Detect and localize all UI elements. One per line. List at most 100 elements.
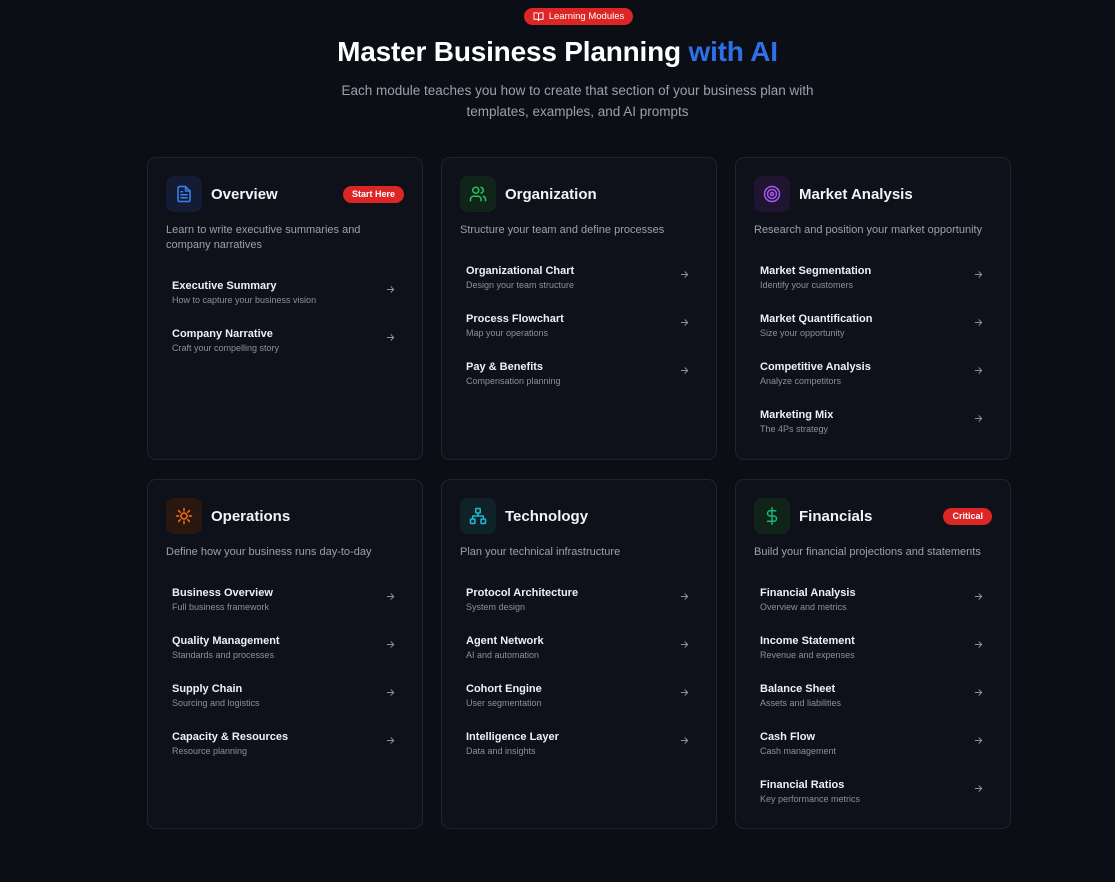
item-title: Protocol Architecture	[466, 587, 579, 599]
arrow-right-icon	[973, 735, 984, 746]
target-icon	[754, 176, 790, 212]
module-item-marketing-mix[interactable]: Marketing Mix The 4Ps strategy	[754, 399, 992, 447]
arrow-right-icon	[973, 413, 984, 424]
module-card-technology: Technology Plan your technical infrastru…	[441, 479, 717, 829]
item-title: Marketing Mix	[760, 409, 834, 421]
module-card-market-analysis: Market Analysis Research and position yo…	[735, 157, 1011, 460]
start-here-badge: Start Here	[342, 185, 404, 203]
module-item-quality-management[interactable]: Quality Management Standards and process…	[166, 625, 404, 673]
arrow-right-icon	[385, 687, 396, 698]
module-item-competitive-analysis[interactable]: Competitive Analysis Analyze competitors	[754, 351, 992, 399]
module-item-executive-summary[interactable]: Executive Summary How to capture your bu…	[166, 270, 404, 318]
module-item-company-narrative[interactable]: Company Narrative Craft your compelling …	[166, 318, 404, 366]
book-open-icon	[533, 12, 544, 22]
item-subtitle: Data and insights	[466, 746, 536, 756]
module-item-cash-flow[interactable]: Cash Flow Cash management	[754, 721, 992, 769]
item-subtitle: Cash management	[760, 746, 837, 756]
module-item-organizational-chart[interactable]: Organizational Chart Design your team st…	[460, 255, 698, 303]
item-subtitle: Analyze competitors	[760, 376, 842, 386]
item-subtitle: Craft your compelling story	[172, 343, 280, 353]
title-accent: with AI	[688, 36, 779, 67]
arrow-right-icon	[679, 269, 690, 280]
arrow-right-icon	[973, 591, 984, 602]
arrow-right-icon	[973, 317, 984, 328]
item-title: Financial Analysis	[760, 587, 856, 599]
item-subtitle: System design	[466, 602, 526, 612]
item-title: Competitive Analysis	[760, 361, 871, 373]
module-item-market-quantification[interactable]: Market Quantification Size your opportun…	[754, 303, 992, 351]
item-subtitle: Standards and processes	[172, 650, 275, 660]
module-items: Market Segmentation Identify your custom…	[754, 255, 992, 447]
item-title: Intelligence Layer	[466, 731, 559, 743]
arrow-right-icon	[679, 639, 690, 650]
module-title: Financials	[799, 507, 873, 525]
item-subtitle: Full business framework	[172, 602, 270, 612]
module-item-cohort-engine[interactable]: Cohort Engine User segmentation	[460, 673, 698, 721]
item-title: Income Statement	[760, 635, 855, 647]
learning-modules-pill: Learning Modules	[524, 8, 633, 25]
item-subtitle: User segmentation	[466, 698, 542, 708]
module-item-balance-sheet[interactable]: Balance Sheet Assets and liabilities	[754, 673, 992, 721]
item-title: Supply Chain	[172, 683, 243, 695]
module-item-financial-analysis[interactable]: Financial Analysis Overview and metrics	[754, 577, 992, 625]
title-main: Master Business Planning	[337, 36, 681, 67]
module-card-organization: Organization Structure your team and def…	[441, 157, 717, 460]
page-title: Master Business Planning with AI	[0, 36, 1115, 68]
module-title: Overview	[211, 185, 278, 203]
item-subtitle: Key performance metrics	[760, 794, 861, 804]
module-title: Operations	[211, 507, 291, 525]
module-item-process-flowchart[interactable]: Process Flowchart Map your operations	[460, 303, 698, 351]
arrow-right-icon	[385, 735, 396, 746]
arrow-right-icon	[679, 365, 690, 376]
arrow-right-icon	[973, 639, 984, 650]
module-title: Market Analysis	[799, 185, 913, 203]
item-subtitle: Resource planning	[172, 746, 248, 756]
module-description: Learn to write executive summaries and c…	[166, 224, 361, 251]
module-description: Structure your team and define processes	[460, 224, 665, 236]
item-subtitle: Map your operations	[466, 328, 549, 338]
module-item-market-segmentation[interactable]: Market Segmentation Identify your custom…	[754, 255, 992, 303]
item-title: Agent Network	[466, 635, 544, 647]
arrow-right-icon	[385, 284, 396, 295]
item-title: Balance Sheet	[760, 683, 836, 695]
item-subtitle: Size your opportunity	[760, 328, 845, 338]
module-item-supply-chain[interactable]: Supply Chain Sourcing and logistics	[166, 673, 404, 721]
module-items: Financial Analysis Overview and metrics …	[754, 577, 992, 817]
module-item-protocol-architecture[interactable]: Protocol Architecture System design	[460, 577, 698, 625]
item-title: Pay & Benefits	[466, 361, 544, 373]
module-item-income-statement[interactable]: Income Statement Revenue and expenses	[754, 625, 992, 673]
arrow-right-icon	[679, 317, 690, 328]
item-subtitle: Sourcing and logistics	[172, 698, 260, 708]
arrow-right-icon	[973, 687, 984, 698]
arrow-right-icon	[973, 783, 984, 794]
network-icon	[460, 498, 496, 534]
item-title: Business Overview	[172, 587, 273, 599]
arrow-right-icon	[973, 365, 984, 376]
module-item-business-overview[interactable]: Business Overview Full business framewor…	[166, 577, 404, 625]
item-subtitle: Revenue and expenses	[760, 650, 855, 660]
critical-badge: Critical	[943, 507, 992, 525]
module-card-operations: Operations Define how your business runs…	[147, 479, 423, 829]
module-item-financial-ratios[interactable]: Financial Ratios Key performance metrics	[754, 769, 992, 817]
item-subtitle: Assets and liabilities	[760, 698, 842, 708]
item-title: Cash Flow	[760, 731, 816, 743]
item-subtitle: How to capture your business vision	[172, 295, 317, 305]
page-subtitle: Each module teaches you how to create th…	[341, 83, 814, 119]
module-item-intelligence-layer[interactable]: Intelligence Layer Data and insights	[460, 721, 698, 769]
item-subtitle: Compensation planning	[466, 376, 561, 386]
module-item-capacity-resources[interactable]: Capacity & Resources Resource planning	[166, 721, 404, 769]
module-description: Define how your business runs day-to-day	[166, 546, 372, 558]
document-icon	[166, 176, 202, 212]
item-title: Quality Management	[172, 635, 280, 647]
module-title: Technology	[505, 507, 589, 525]
arrow-right-icon	[679, 687, 690, 698]
module-card-overview: Overview Start Here Learn to write execu…	[147, 157, 423, 460]
item-subtitle: The 4Ps strategy	[760, 424, 829, 434]
item-title: Market Segmentation	[760, 265, 872, 277]
module-item-pay-benefits[interactable]: Pay & Benefits Compensation planning	[460, 351, 698, 399]
cog-icon	[166, 498, 202, 534]
module-item-agent-network[interactable]: Agent Network AI and automation	[460, 625, 698, 673]
arrow-right-icon	[385, 332, 396, 343]
module-card-financials: Financials Critical Build your financial…	[735, 479, 1011, 829]
dollar-icon	[754, 498, 790, 534]
